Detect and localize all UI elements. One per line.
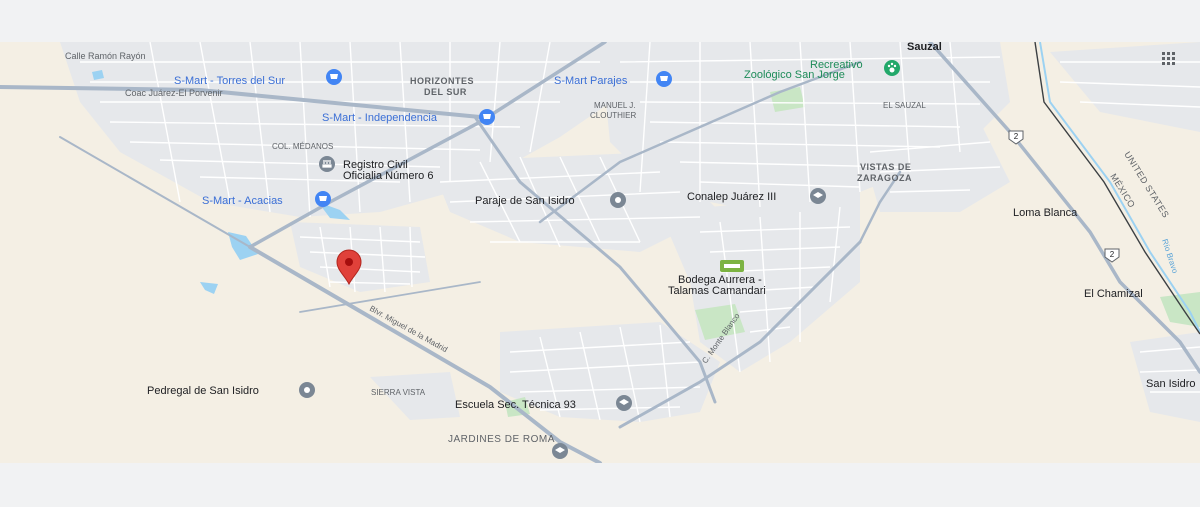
- place-pin-icon[interactable]: [299, 382, 315, 398]
- neighborhood-label: HORIZONTES: [410, 76, 474, 86]
- neighborhood-label: DEL SUR: [424, 87, 467, 97]
- neighborhood-label: EL SAUZAL: [883, 101, 926, 110]
- city-label: San Isidro: [1146, 378, 1196, 390]
- poi-label: Paraje de San Isidro: [475, 195, 575, 207]
- map-canvas[interactable]: 2 2 Calle Ramón Rayón S-Mart - Torres de…: [0, 42, 1200, 463]
- apps-grid-icon[interactable]: [1162, 52, 1175, 65]
- place-pin-icon[interactable]: [610, 192, 626, 208]
- poi-label: S-Mart - Torres del Sur: [174, 75, 285, 87]
- poi-label: Escuela Sec. Técnica 93: [455, 399, 576, 411]
- poi-label: Talamas Camandari: [668, 285, 766, 297]
- neighborhood-label: VISTAS DE: [860, 162, 911, 172]
- highway-shield-label: 2: [1110, 250, 1115, 259]
- graduation-cap-icon[interactable]: [810, 188, 826, 204]
- poi-label: Zoológico San Jorge: [744, 69, 845, 81]
- neighborhood-label: COL. MÉDANOS: [272, 142, 333, 151]
- poi-label: S-Mart Parajes: [554, 75, 628, 87]
- shopping-cart-icon[interactable]: [656, 71, 672, 87]
- highway-shield-label: 2: [1014, 132, 1019, 141]
- graduation-cap-icon[interactable]: [552, 443, 568, 459]
- poi-label: Pedregal de San Isidro: [147, 385, 259, 397]
- shopping-cart-icon[interactable]: [326, 69, 342, 85]
- street-label: Coac Juárez-El Porvenir: [125, 88, 223, 98]
- city-label: El Chamizal: [1084, 288, 1143, 300]
- poi-label: S-Mart - Independencia: [322, 112, 438, 124]
- city-label: Sauzal: [907, 42, 942, 53]
- government-building-icon[interactable]: [319, 156, 335, 172]
- neighborhood-label: MANUEL J.: [594, 101, 636, 110]
- poi-label: Conalep Juárez III: [687, 191, 776, 203]
- neighborhood-label: CLOUTHIER: [590, 111, 636, 120]
- city-label: Loma Blanca: [1013, 207, 1078, 219]
- poi-label: S-Mart - Acacias: [202, 195, 283, 207]
- graduation-cap-icon[interactable]: [616, 395, 632, 411]
- poi-label: Oficialia Número 6: [343, 170, 433, 182]
- neighborhood-label: JARDINES DE ROMA: [448, 434, 555, 445]
- neighborhood-label: ZARAGOZA: [857, 173, 912, 183]
- street-label: Calle Ramón Rayón: [65, 51, 146, 61]
- shopping-cart-icon[interactable]: [315, 191, 331, 207]
- store-icon[interactable]: [720, 260, 744, 272]
- neighborhood-label: SIERRA VISTA: [371, 388, 426, 397]
- paw-icon[interactable]: [884, 60, 900, 76]
- shopping-cart-icon[interactable]: [479, 109, 495, 125]
